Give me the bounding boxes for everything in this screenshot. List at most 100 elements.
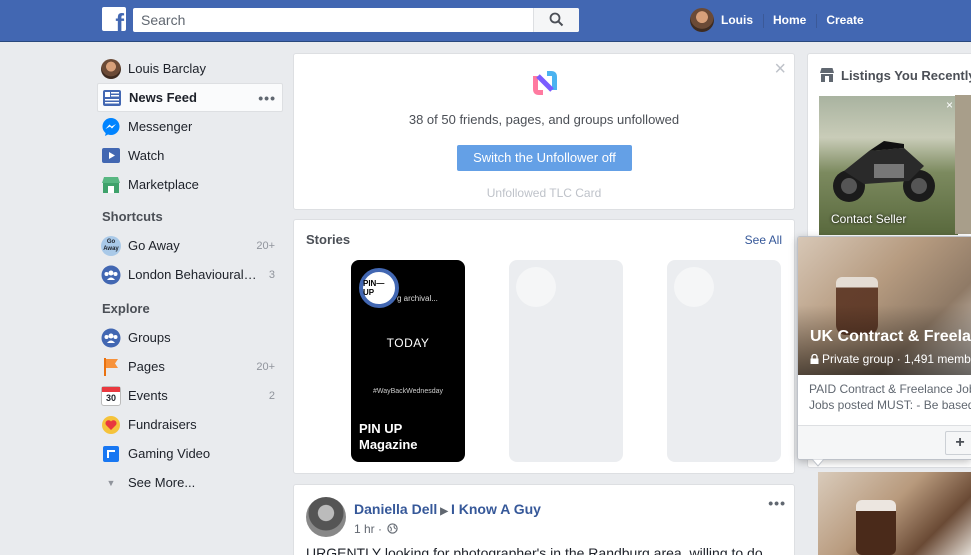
group-suggestion-image[interactable] (818, 472, 971, 555)
search-button[interactable] (533, 8, 579, 32)
sidebar-item-messenger[interactable]: Messenger (97, 112, 283, 141)
listings-heading: Listings You Recently (841, 68, 971, 83)
motorcycle-image (833, 141, 935, 202)
profile-avatar (101, 58, 121, 79)
lock-icon (810, 353, 819, 364)
switch-unfollower-off-button[interactable]: Switch the Unfollower off (457, 145, 632, 171)
close-icon[interactable]: × (774, 59, 786, 79)
story-hashtag: #WayBackWednesday (372, 388, 444, 395)
post-body-text: URGENTLY looking for photographer's in t… (306, 545, 763, 555)
post-meta: 1 hr · (354, 522, 399, 536)
popup-pointer (812, 459, 824, 467)
listing-thumbnail-partial[interactable] (955, 95, 971, 234)
groups-icon (101, 328, 121, 348)
watch-icon (101, 146, 121, 166)
group-privacy-text: Private group · 1,491 members (822, 352, 971, 366)
feed-post: Daniella Dell ▶ I Know A Guy 1 hr · ••• UR… (293, 484, 795, 555)
create-link[interactable]: Create (816, 13, 873, 28)
stories-card: Stories See All PIN—UP g archival... TOD… (293, 219, 795, 474)
search-input[interactable] (133, 8, 523, 32)
sidebar-item-label: Go Away (128, 238, 180, 253)
left-sidebar: Louis Barclay News Feed ••• Messenger Wa… (97, 54, 283, 497)
sidebar-item-news-feed[interactable]: News Feed ••• (97, 83, 283, 112)
sidebar-item-label: Events (128, 388, 168, 403)
caret-right-icon: ▶ (440, 506, 448, 517)
post-header: Daniella Dell ▶ I Know A Guy (354, 501, 541, 517)
stories-heading: Stories (306, 232, 351, 247)
see-all-link[interactable]: See All (745, 233, 782, 247)
user-avatar[interactable] (690, 8, 714, 32)
sidebar-item-count: 20+ (256, 360, 275, 373)
sidebar-item-london-behavioural[interactable]: London Behavioural Sc... 3 (97, 260, 283, 289)
marketplace-icon (101, 175, 121, 195)
calendar-day: 30 (105, 392, 116, 403)
group-description-line: Jobs posted MUST: - Be based (809, 398, 971, 412)
more-options-icon[interactable]: ••• (258, 90, 276, 106)
pages-flag-icon (101, 357, 121, 377)
story-author-name: PIN UP Magazine (359, 421, 418, 452)
story-placeholder (509, 260, 623, 462)
story-placeholder (667, 260, 781, 462)
sidebar-item-label: Marketplace (128, 177, 199, 192)
sidebar-item-groups[interactable]: Groups (97, 323, 283, 352)
marketplace-shop-icon (820, 68, 834, 82)
chevron-down-icon: ▼ (106, 477, 116, 488)
sidebar-item-label: London Behavioural Sc... (128, 267, 258, 282)
search-icon (549, 12, 564, 27)
top-nav-links: Louis Home Create (690, 8, 874, 32)
sidebar-item-label: Fundraisers (128, 417, 197, 432)
listing-motorcycle[interactable]: × Contact Seller (819, 96, 958, 235)
sidebar-item-events[interactable]: 30 Events 2 (97, 381, 283, 410)
facebook-logo-icon[interactable]: f (102, 7, 126, 31)
story-snippet: g archival... (397, 294, 438, 303)
story-placeholder-avatar (674, 267, 714, 307)
home-link[interactable]: Home (763, 13, 816, 28)
sidebar-item-label: Watch (128, 148, 165, 163)
group-hover-footer: + (798, 425, 971, 459)
close-icon[interactable]: × (946, 98, 953, 112)
sidebar-item-gaming-video[interactable]: Gaming Video (97, 439, 283, 468)
join-group-button[interactable]: + (945, 431, 971, 455)
explore-heading: Explore (102, 301, 150, 316)
sidebar-item-marketplace[interactable]: Marketplace (97, 170, 283, 199)
profile-link[interactable]: Louis (714, 13, 763, 27)
see-more-link[interactable]: ▼ See More... (97, 468, 283, 497)
see-more-label: See More... (128, 475, 196, 490)
sidebar-item-profile[interactable]: Louis Barclay (97, 54, 283, 83)
post-author-name[interactable]: Daniella Dell (354, 501, 437, 517)
story-pin-up-magazine[interactable]: PIN—UP g archival... TODAY #WayBackWedne… (351, 260, 465, 462)
unfollower-logo-icon (533, 71, 557, 95)
shortcuts-heading: Shortcuts (102, 209, 163, 224)
coffee-cup-image (856, 500, 896, 555)
sidebar-item-pages[interactable]: Pages 20+ (97, 352, 283, 381)
sidebar-item-go-away[interactable]: Go Away Go Away 20+ (97, 231, 283, 260)
search-bar (133, 8, 579, 32)
sidebar-item-label: Messenger (128, 119, 193, 134)
post-author-avatar[interactable] (306, 497, 346, 537)
group-description-line: PAID Contract & Freelance Jobs (809, 382, 971, 396)
group-privacy: Private group · 1,491 members (810, 352, 971, 366)
contact-seller-label[interactable]: Contact Seller (831, 212, 906, 226)
post-options-icon[interactable]: ••• (768, 495, 786, 511)
sidebar-item-count: 2 (268, 389, 275, 402)
sidebar-item-fundraisers[interactable]: Fundraisers (97, 410, 283, 439)
sidebar-item-label: Pages (128, 359, 165, 374)
news-feed-icon (102, 88, 122, 108)
group-name[interactable]: UK Contract & Freelance (810, 328, 971, 346)
sidebar-item-count: 3 (268, 268, 275, 281)
sidebar-item-watch[interactable]: Watch (97, 141, 283, 170)
events-calendar-icon: 30 (101, 385, 121, 406)
story-placeholder-avatar (516, 267, 556, 307)
post-timestamp[interactable]: 1 hr · (354, 522, 382, 536)
go-away-group-icon: Go Away (101, 235, 121, 256)
story-center-text: TODAY (386, 336, 430, 350)
sidebar-item-label: Louis Barclay (128, 61, 207, 76)
group-icon (101, 265, 121, 285)
unfollow-status-text: 38 of 50 friends, pages, and groups unfo… (408, 112, 680, 127)
sidebar-item-label: Gaming Video (128, 446, 211, 461)
sidebar-item-label: News Feed (129, 90, 197, 105)
fundraisers-heart-icon (101, 415, 121, 435)
post-group-name[interactable]: I Know A Guy (451, 501, 541, 517)
globe-icon (387, 523, 399, 534)
gaming-video-icon (101, 444, 121, 464)
